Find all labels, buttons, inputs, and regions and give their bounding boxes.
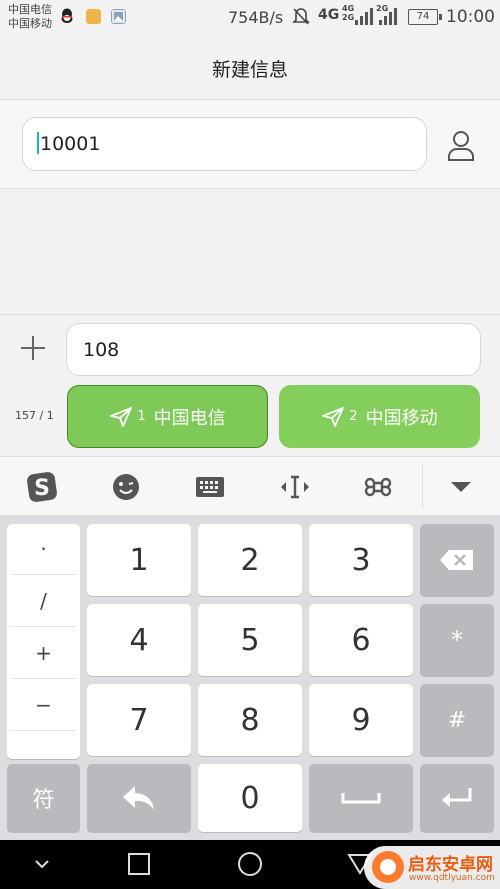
key-3[interactable]: 3 xyxy=(309,524,413,596)
sim-number: 1 xyxy=(137,409,146,424)
symbols-button[interactable]: 符 xyxy=(7,764,80,832)
send-icon xyxy=(322,406,345,427)
send-sim1-button[interactable]: 1 中国电信 xyxy=(67,385,268,448)
person-icon xyxy=(448,131,474,161)
space-button[interactable] xyxy=(309,764,413,832)
send-sim2-button[interactable]: 2 中国移动 xyxy=(279,385,480,448)
contact-picker-button[interactable] xyxy=(446,129,476,163)
key-hash[interactable]: # xyxy=(420,684,494,756)
clock: 10:00 xyxy=(446,7,495,27)
square-icon xyxy=(128,853,150,875)
emoji-icon[interactable] xyxy=(108,469,144,505)
message-input[interactable]: 108 xyxy=(66,323,481,376)
app-notification-icon xyxy=(86,9,101,24)
network-type-1: 4G xyxy=(318,7,340,23)
key-5[interactable]: 5 xyxy=(198,604,302,676)
numeric-keyboard: · / + − 1 2 3 4 5 6 * 7 8 9 # 符 0 xyxy=(0,516,500,840)
hide-keyboard-button[interactable] xyxy=(28,850,56,878)
enter-icon xyxy=(442,788,472,807)
space-icon xyxy=(341,793,381,804)
watermark-logo-icon xyxy=(372,851,404,883)
carrier-1: 中国电信 xyxy=(8,3,52,16)
battery-icon: 74 xyxy=(408,9,442,25)
signal-icon-2 xyxy=(379,7,399,25)
key-6[interactable]: 6 xyxy=(309,604,413,676)
return-arrow-icon xyxy=(123,786,154,810)
circle-icon xyxy=(238,852,262,876)
watermark-name: 启东安卓网 xyxy=(408,855,493,875)
add-attachment-button[interactable] xyxy=(18,333,48,363)
recipient-area: 10001 xyxy=(0,101,500,189)
text-cursor xyxy=(37,132,39,154)
page-title: 新建信息 xyxy=(211,59,288,81)
sim-number: 2 xyxy=(349,409,358,424)
svg-text:S: S xyxy=(34,476,50,501)
cursor-move-icon[interactable] xyxy=(277,469,313,505)
command-icon[interactable] xyxy=(360,469,396,505)
send-icon xyxy=(110,406,133,427)
conversation-area xyxy=(0,190,500,314)
key-7[interactable]: 7 xyxy=(87,684,191,756)
symbol-key[interactable]: − xyxy=(11,680,76,731)
recipient-value: 10001 xyxy=(40,133,101,155)
plus-icon xyxy=(21,336,45,360)
carrier-2: 中国移动 xyxy=(8,17,52,30)
keyboard-icon[interactable] xyxy=(192,469,228,505)
chevron-down-icon xyxy=(35,860,49,869)
collapse-icon[interactable] xyxy=(443,469,479,505)
symbol-key[interactable]: + xyxy=(11,628,76,679)
enter-button[interactable] xyxy=(420,764,494,832)
backspace-button[interactable] xyxy=(420,524,494,596)
signal-icon xyxy=(355,7,375,25)
send-label: 中国移动 xyxy=(365,407,438,429)
key-4[interactable]: 4 xyxy=(87,604,191,676)
network-type-2: 4G 2G xyxy=(342,4,355,22)
watermark-url: www.qdtlyuan.com xyxy=(409,873,495,883)
composer: 108 157 / 1 1 中国电信 2 中国移动 xyxy=(0,314,500,456)
app-header: 新建信息 xyxy=(0,36,500,100)
return-button[interactable] xyxy=(87,764,191,832)
mute-icon xyxy=(292,6,310,31)
key-star[interactable]: * xyxy=(420,604,494,676)
key-0[interactable]: 0 xyxy=(198,764,302,832)
watermark: 启东安卓网 www.qdtlyuan.com xyxy=(364,846,500,889)
symbol-key[interactable]: · xyxy=(11,524,76,575)
sogou-logo-icon[interactable]: S xyxy=(24,469,60,505)
home-button[interactable] xyxy=(125,850,153,878)
backspace-icon xyxy=(440,550,473,570)
key-2[interactable]: 2 xyxy=(198,524,302,596)
status-bar: 中国电信 中国移动 754B/s 4G 4G 2G 2G 74 10:00 xyxy=(0,0,500,36)
qq-icon xyxy=(60,8,75,23)
toolbar-divider xyxy=(422,465,423,509)
key-8[interactable]: 8 xyxy=(198,684,302,756)
recent-apps-button[interactable] xyxy=(236,850,264,878)
carrier-names: 中国电信 中国移动 xyxy=(8,3,52,31)
symbol-key[interactable]: / xyxy=(11,576,76,627)
network-speed: 754B/s xyxy=(228,8,284,27)
recipient-input[interactable]: 10001 xyxy=(22,117,427,171)
symbol-column[interactable]: · / + − xyxy=(7,524,80,759)
send-label: 中国电信 xyxy=(153,407,226,429)
keyboard-toolbar: S xyxy=(0,456,500,516)
image-notification-icon xyxy=(111,9,126,24)
character-counter: 157 / 1 xyxy=(15,409,54,422)
key-9[interactable]: 9 xyxy=(309,684,413,756)
message-text: 108 xyxy=(83,339,120,361)
key-1[interactable]: 1 xyxy=(87,524,191,596)
